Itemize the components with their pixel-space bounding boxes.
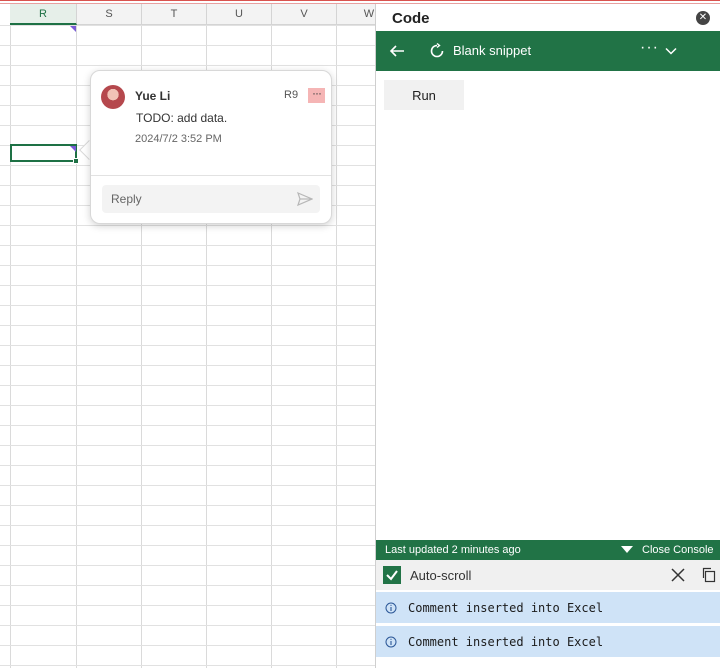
row-line	[0, 385, 375, 386]
close-console-button[interactable]: Close Console	[642, 544, 714, 556]
row-line	[0, 525, 375, 526]
row-line	[0, 345, 375, 346]
grid-line	[10, 25, 11, 668]
row-line	[0, 225, 375, 226]
row-line	[0, 285, 375, 286]
info-icon	[385, 602, 397, 614]
selected-cell-r9[interactable]	[10, 144, 77, 162]
close-icon[interactable]: ✕	[696, 11, 710, 25]
row-line	[0, 365, 375, 366]
app-window: R S T U V W Yue Li R9 ··· TODO: add data…	[0, 0, 720, 668]
comment-more-button[interactable]: ···	[308, 87, 325, 103]
refresh-icon[interactable]	[429, 43, 445, 59]
last-updated-text: Last updated 2 minutes ago	[385, 544, 521, 556]
pane-title: Code	[392, 10, 430, 27]
row-line	[0, 445, 375, 446]
avatar	[101, 85, 125, 109]
row-line	[0, 665, 375, 666]
copy-icon[interactable]	[701, 567, 717, 583]
divider	[91, 175, 331, 176]
row-line	[0, 305, 375, 306]
clear-icon[interactable]	[670, 567, 686, 583]
more-options-button[interactable]: ···	[640, 39, 659, 57]
code-pane: Code ✕ Blank snippet ··· Run Last update…	[375, 4, 720, 668]
row-line	[0, 45, 375, 46]
comment-indicator[interactable]	[70, 146, 76, 152]
chevron-down-icon[interactable]	[665, 45, 677, 57]
log-text: Comment inserted into Excel	[408, 601, 604, 615]
column-header-r[interactable]: R	[10, 4, 77, 25]
row-line	[0, 565, 375, 566]
row-line	[0, 625, 375, 626]
snippet-title[interactable]: Blank snippet	[453, 43, 531, 58]
row-line	[0, 505, 375, 506]
autoscroll-label: Auto-scroll	[410, 568, 472, 583]
send-icon[interactable]	[297, 191, 313, 207]
comment-text: TODO: add data.	[136, 111, 228, 125]
row-line	[0, 65, 375, 66]
grid-line	[336, 25, 337, 668]
status-bar: Last updated 2 minutes ago Close Console	[376, 540, 720, 560]
comment-indicator[interactable]	[70, 26, 76, 32]
grid-line	[76, 25, 77, 668]
row-line	[0, 245, 375, 246]
run-button[interactable]: Run	[384, 80, 464, 110]
row-line	[0, 425, 375, 426]
comment-cell-ref: R9	[284, 89, 299, 101]
reply-input[interactable]: Reply	[102, 185, 320, 213]
row-line	[0, 25, 375, 26]
row-line	[0, 545, 375, 546]
column-header-v[interactable]: V	[272, 4, 337, 25]
row-line	[0, 645, 375, 646]
check-icon	[386, 570, 398, 581]
row-line	[0, 585, 375, 586]
comment-timestamp: 2024/7/2 3:52 PM	[135, 133, 222, 145]
reply-placeholder: Reply	[111, 192, 142, 206]
row-line	[0, 325, 375, 326]
console-toolbar: Auto-scroll	[376, 560, 720, 590]
comment-author: Yue Li	[135, 89, 171, 103]
snippet-toolbar: Blank snippet ···	[376, 31, 720, 71]
triangle-down-icon[interactable]	[621, 546, 633, 553]
row-line	[0, 265, 375, 266]
column-header-t[interactable]: T	[142, 4, 207, 25]
column-header-u[interactable]: U	[207, 4, 272, 25]
comment-card: Yue Li R9 ··· TODO: add data. 2024/7/2 3…	[90, 70, 332, 224]
log-text: Comment inserted into Excel	[408, 635, 604, 649]
row-line	[0, 485, 375, 486]
info-icon	[385, 636, 397, 648]
row-line	[0, 405, 375, 406]
console-log-entry: Comment inserted into Excel	[376, 626, 720, 658]
back-arrow-icon[interactable]	[388, 42, 406, 60]
fill-handle[interactable]	[73, 158, 79, 164]
autoscroll-checkbox[interactable]	[383, 566, 401, 584]
row-line	[0, 605, 375, 606]
console-log-entry: Comment inserted into Excel	[376, 592, 720, 624]
column-header-s[interactable]: S	[77, 4, 142, 25]
row-line	[0, 465, 375, 466]
column-header-w[interactable]: W	[337, 4, 375, 25]
